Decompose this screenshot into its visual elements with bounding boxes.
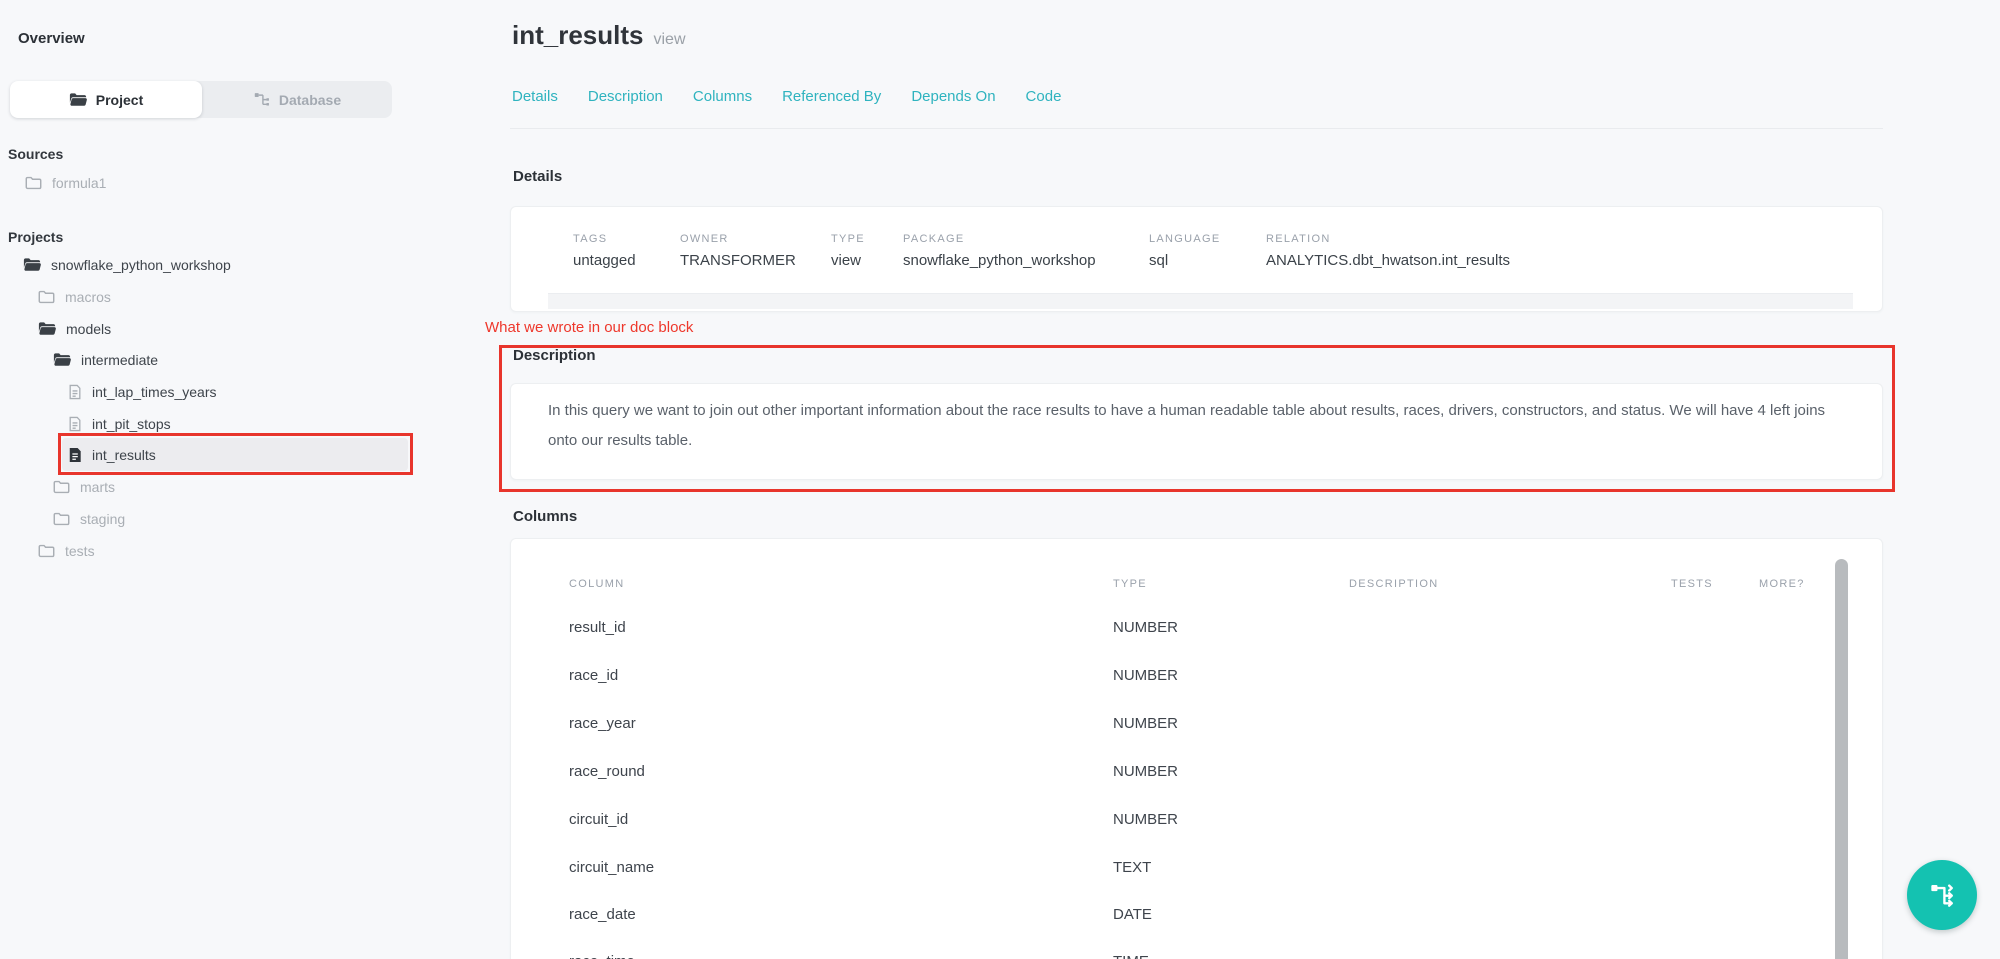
- tree-item-label: snowflake_python_workshop: [51, 257, 231, 273]
- column-row-type: NUMBER: [1113, 715, 1178, 735]
- column-row-name[interactable]: circuit_id: [569, 811, 628, 831]
- view-toggle: Project Database: [10, 81, 392, 118]
- detail-value: ANALYTICS.dbt_hwatson.int_results: [1266, 252, 1510, 269]
- projects-heading: Projects: [8, 229, 63, 245]
- tab-code[interactable]: Code: [1026, 88, 1062, 105]
- sidebar-item-marts[interactable]: marts: [53, 471, 115, 502]
- toggle-project-button[interactable]: Project: [10, 81, 202, 118]
- column-row-type: NUMBER: [1113, 667, 1178, 687]
- tab-bar: Details Description Columns Referenced B…: [512, 88, 1061, 105]
- column-row-type: TIME: [1113, 953, 1149, 959]
- tree-item-label: tests: [65, 543, 95, 559]
- folder-closed-icon: [25, 176, 42, 190]
- column-row-type: NUMBER: [1113, 811, 1178, 831]
- column-row-type: TEXT: [1113, 859, 1151, 879]
- page-title: int_results view: [512, 20, 686, 51]
- column-row-name[interactable]: result_id: [569, 619, 626, 639]
- column-row-name[interactable]: race_date: [569, 906, 636, 926]
- folder-open-icon: [69, 92, 87, 107]
- column-header-more: MORE?: [1759, 578, 1805, 590]
- tree-item-label: marts: [80, 479, 115, 495]
- detail-label: TYPE: [831, 233, 865, 245]
- details-section-heading: Details: [513, 168, 562, 185]
- model-name: int_results: [512, 20, 644, 50]
- lineage-graph-icon: [1926, 879, 1958, 911]
- folder-closed-icon: [38, 290, 55, 304]
- folder-open-icon: [23, 257, 41, 272]
- overview-heading: Overview: [18, 30, 85, 47]
- column-row-name[interactable]: race_id: [569, 667, 618, 687]
- sources-heading: Sources: [8, 146, 63, 162]
- folder-open-icon: [53, 352, 71, 367]
- toggle-database-button[interactable]: Database: [202, 81, 392, 118]
- detail-value: untagged: [573, 252, 636, 269]
- sidebar-item-staging[interactable]: staging: [53, 503, 125, 534]
- tree-item-label: int_pit_stops: [92, 416, 171, 432]
- dbt-docs-page: Overview Project Database Sources formul…: [0, 0, 2000, 959]
- detail-label: OWNER: [680, 233, 729, 245]
- sidebar-item-snowflake-python-workshop[interactable]: snowflake_python_workshop: [23, 249, 231, 280]
- tab-columns[interactable]: Columns: [693, 88, 752, 105]
- file-icon: [68, 416, 82, 432]
- detail-value: TRANSFORMER: [680, 252, 796, 269]
- description-card: In this query we want to join out other …: [510, 383, 1883, 480]
- file-icon: [68, 384, 82, 400]
- table-scrollbar[interactable]: [1835, 559, 1848, 959]
- details-card: TAGS untagged OWNER TRANSFORMER TYPE vie…: [510, 206, 1883, 312]
- columns-section-heading: Columns: [513, 508, 577, 525]
- sidebar-item-formula1[interactable]: formula1: [25, 167, 106, 198]
- folder-closed-icon: [53, 480, 70, 494]
- columns-card: COLUMN TYPE DESCRIPTION TESTS MORE? resu…: [510, 538, 1883, 959]
- toggle-project-label: Project: [96, 92, 143, 108]
- sidebar-item-tests[interactable]: tests: [38, 535, 95, 566]
- sidebar-item-intermediate[interactable]: intermediate: [53, 344, 158, 375]
- column-row-type: NUMBER: [1113, 763, 1178, 783]
- column-row-name[interactable]: circuit_name: [569, 859, 654, 879]
- annotation-box-selected-model: [58, 433, 413, 475]
- tree-item-label: models: [66, 321, 111, 337]
- detail-value: snowflake_python_workshop: [903, 252, 1096, 269]
- tree-item-label: staging: [80, 511, 125, 527]
- hierarchy-icon: [253, 91, 270, 108]
- detail-label: RELATION: [1266, 233, 1331, 245]
- column-row-name[interactable]: race_round: [569, 763, 645, 783]
- folder-closed-icon: [53, 512, 70, 526]
- tab-divider: [510, 128, 1883, 129]
- tree-item-label: intermediate: [81, 352, 158, 368]
- detail-label: TAGS: [573, 233, 607, 245]
- description-text: In this query we want to join out other …: [548, 396, 1848, 456]
- lineage-graph-button[interactable]: [1907, 860, 1977, 930]
- details-footer-strip: [548, 293, 1853, 309]
- column-header-type: TYPE: [1113, 578, 1147, 590]
- tab-referenced-by[interactable]: Referenced By: [782, 88, 881, 105]
- tab-depends-on[interactable]: Depends On: [911, 88, 995, 105]
- column-row-name[interactable]: race_year: [569, 715, 636, 735]
- sidebar-item-macros[interactable]: macros: [38, 281, 111, 312]
- toggle-database-label: Database: [279, 92, 341, 108]
- column-row-type: NUMBER: [1113, 619, 1178, 639]
- column-row-name[interactable]: race_time: [569, 953, 635, 959]
- sidebar-item-models[interactable]: models: [38, 313, 111, 344]
- description-section-heading: Description: [513, 347, 596, 364]
- detail-label: PACKAGE: [903, 233, 964, 245]
- tree-item-label: int_lap_times_years: [92, 384, 217, 400]
- detail-label: LANGUAGE: [1149, 233, 1221, 245]
- tree-item-label: macros: [65, 289, 111, 305]
- column-header-description: DESCRIPTION: [1349, 578, 1438, 590]
- column-header-column: COLUMN: [569, 578, 624, 590]
- tab-description[interactable]: Description: [588, 88, 663, 105]
- column-row-type: DATE: [1113, 906, 1152, 926]
- sidebar-item-label: formula1: [52, 175, 106, 191]
- tab-details[interactable]: Details: [512, 88, 558, 105]
- detail-value: sql: [1149, 252, 1168, 269]
- materialization-badge: view: [654, 31, 686, 48]
- annotation-text: What we wrote in our doc block: [485, 319, 693, 336]
- folder-closed-icon: [38, 544, 55, 558]
- folder-open-icon: [38, 321, 56, 336]
- sidebar-item-int-lap-times-years[interactable]: int_lap_times_years: [68, 376, 217, 407]
- column-header-tests: TESTS: [1671, 578, 1713, 590]
- detail-value: view: [831, 252, 861, 269]
